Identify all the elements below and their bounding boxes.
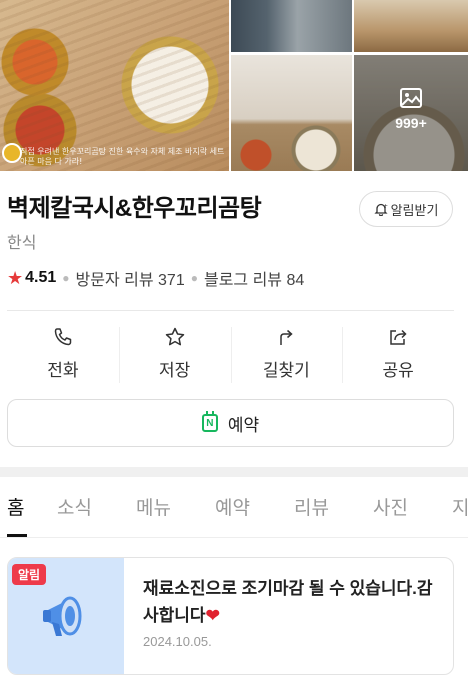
tab-news[interactable]: 소식: [35, 478, 114, 537]
table-photo[interactable]: [231, 55, 352, 171]
main-food-photo[interactable]: 직접 우려낸 한우꼬리곰탕 진한 육수와 자체 제조 바지락 세트 아픈 마음 …: [0, 0, 229, 171]
tab-home[interactable]: 홈: [0, 478, 35, 537]
rating-star-icon: ★: [7, 267, 24, 288]
svg-text:+: +: [383, 203, 388, 210]
rating-row: ★ 4.51 ● 방문자 리뷰 371 ● 블로그 리뷰 84: [7, 266, 304, 290]
share-icon: [390, 329, 407, 345]
interior-photo[interactable]: [354, 0, 468, 52]
tab-reservation[interactable]: 예약: [193, 478, 272, 537]
notice-thumbnail: 알림: [8, 558, 124, 674]
photo-caption: 직접 우려낸 한우꼬리곰탕 진한 육수와 자체 제조 바지락 세트 아픈 마음 …: [20, 147, 225, 166]
phone-icon: [54, 328, 72, 346]
share-button[interactable]: 공유: [342, 323, 454, 383]
share-label: 공유: [382, 361, 414, 380]
tab-map[interactable]: 지도: [430, 478, 468, 537]
alert-button[interactable]: + 알림받기: [359, 191, 453, 227]
directions-label: 길찾기: [262, 361, 310, 380]
notice-text: 재료소진으로 조기마감 될 수 있습니다.감사합니다❤: [143, 575, 438, 629]
section-gap: [0, 467, 468, 477]
divider: [7, 310, 454, 311]
reserve-label: 예약: [227, 415, 260, 435]
tab-photos[interactable]: 사진: [351, 478, 430, 537]
alert-label: 알림받기: [390, 202, 439, 218]
tab-bar: 홈 소식 메뉴 예약 리뷰 사진 지도: [0, 478, 468, 538]
bell-icon: +: [374, 203, 388, 216]
reserve-button[interactable]: N 예약: [7, 399, 454, 447]
visitor-reviews-link[interactable]: 방문자 리뷰 371: [76, 266, 185, 290]
shop-logo-icon: [2, 143, 22, 163]
heart-icon: ❤: [205, 606, 220, 625]
tab-menu[interactable]: 메뉴: [114, 478, 193, 537]
notice-date: 2024.10.05.: [143, 634, 212, 649]
category-label: 한식: [7, 235, 37, 252]
save-label: 저장: [158, 361, 191, 380]
gallery-icon: [400, 88, 422, 108]
directions-icon: [280, 329, 294, 345]
separator-dot: ●: [62, 271, 70, 285]
notice-message: 재료소진으로 조기마감 될 수 있습니다.감사합니다: [143, 579, 433, 625]
tab-reviews[interactable]: 리뷰: [272, 478, 351, 537]
action-bar: 전화 저장 길찾기 공유: [7, 323, 454, 383]
call-label: 전화: [47, 361, 79, 380]
separator-dot: ●: [190, 271, 198, 285]
star-icon: [165, 327, 184, 346]
storefront-photo[interactable]: [231, 0, 352, 52]
rating-score: 4.51: [25, 269, 57, 286]
naver-booking-icon: N: [201, 411, 218, 432]
blog-reviews-link[interactable]: 블로그 리뷰 84: [204, 266, 304, 290]
notice-badge: 알림: [12, 564, 47, 585]
more-photos[interactable]: 999+: [354, 55, 468, 171]
notice-card[interactable]: 알림 재료소진으로 조기마감 될 수 있습니다.감사합니다❤ 2024.10.0…: [7, 557, 454, 675]
save-button[interactable]: 저장: [118, 323, 231, 383]
place-name: 벽제칼국시&한우꼬리곰탕: [7, 195, 262, 222]
more-photos-count: 999+: [395, 115, 427, 131]
megaphone-icon: [43, 596, 82, 636]
photo-grid: 직접 우려낸 한우꼬리곰탕 진한 육수와 자체 제조 바지락 세트 아픈 마음 …: [0, 0, 468, 171]
call-button[interactable]: 전화: [7, 323, 119, 383]
directions-button[interactable]: 길찾기: [230, 323, 343, 383]
